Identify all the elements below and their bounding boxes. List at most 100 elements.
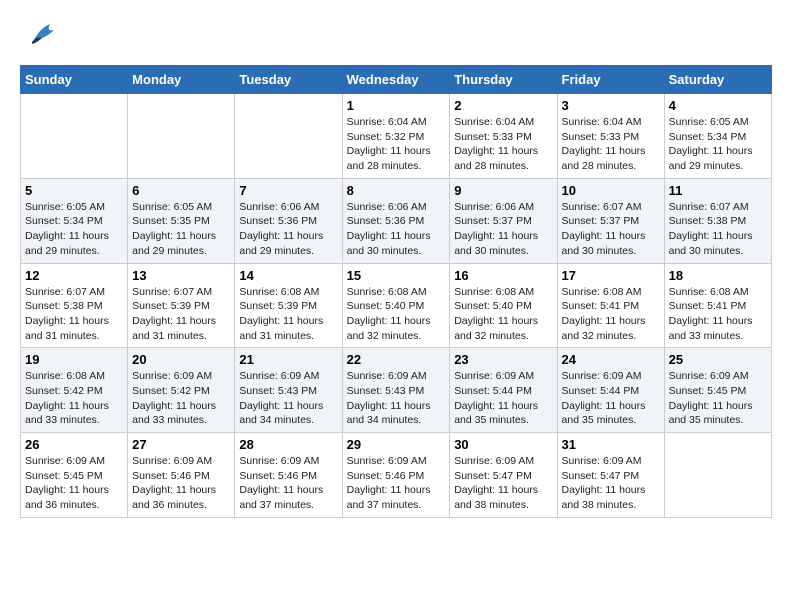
calendar-week-row: 5Sunrise: 6:05 AMSunset: 5:34 PMDaylight… (21, 178, 772, 263)
calendar-cell: 18 Sunrise: 6:08 AMSunset: 5:41 PMDayligh… (664, 263, 771, 348)
day-info: Sunrise: 6:09 AMSunset: 5:45 PMDaylight:… (669, 369, 767, 428)
day-number: 22 (347, 352, 446, 367)
calendar-cell: 4 Sunrise: 6:05 AMSunset: 5:34 PMDaylight… (664, 94, 771, 179)
day-info: Sunrise: 6:06 AMSunset: 5:36 PMDaylight:… (347, 200, 446, 259)
calendar-cell (664, 433, 771, 518)
calendar-week-row: 19 Sunrise: 6:08 AMSunset: 5:42 PMDayligh… (21, 348, 772, 433)
calendar-cell: 10 Sunrise: 6:07 AMSunset: 5:37 PMDayligh… (557, 178, 664, 263)
day-number: 4 (669, 98, 767, 113)
calendar-cell: 28 Sunrise: 6:09 AMSunset: 5:46 PMDayligh… (235, 433, 342, 518)
day-info: Sunrise: 6:08 AMSunset: 5:41 PMDaylight:… (669, 285, 767, 344)
calendar-cell: 30 Sunrise: 6:09 AMSunset: 5:47 PMDayligh… (450, 433, 557, 518)
day-number: 2 (454, 98, 552, 113)
day-info: Sunrise: 6:07 AMSunset: 5:38 PMDaylight:… (669, 200, 767, 259)
day-info: Sunrise: 6:07 AMSunset: 5:38 PMDaylight:… (25, 285, 123, 344)
calendar-cell: 21Sunrise: 6:09 AMSunset: 5:43 PMDayligh… (235, 348, 342, 433)
day-info: Sunrise: 6:09 AMSunset: 5:46 PMDaylight:… (239, 454, 337, 513)
day-number: 14 (239, 268, 337, 283)
day-info: Sunrise: 6:09 AMSunset: 5:44 PMDaylight:… (562, 369, 660, 428)
day-number: 19 (25, 352, 123, 367)
calendar-cell (21, 94, 128, 179)
day-number: 28 (239, 437, 337, 452)
day-number: 6 (132, 183, 230, 198)
calendar-week-row: 12 Sunrise: 6:07 AMSunset: 5:38 PMDayligh… (21, 263, 772, 348)
calendar-week-row: 26 Sunrise: 6:09 AMSunset: 5:45 PMDayligh… (21, 433, 772, 518)
day-number: 10 (562, 183, 660, 198)
weekday-header-tuesday: Tuesday (235, 66, 342, 94)
calendar-table: SundayMondayTuesdayWednesdayThursdayFrid… (20, 65, 772, 518)
weekday-header-monday: Monday (128, 66, 235, 94)
day-number: 11 (669, 183, 767, 198)
weekday-header-thursday: Thursday (450, 66, 557, 94)
day-info: Sunrise: 6:09 AMSunset: 5:44 PMDaylight:… (454, 369, 552, 428)
calendar-cell: 1 Sunrise: 6:04 AMSunset: 5:32 PMDaylight… (342, 94, 450, 179)
calendar-header-row: SundayMondayTuesdayWednesdayThursdayFrid… (21, 66, 772, 94)
day-info: Sunrise: 6:04 AMSunset: 5:33 PMDaylight:… (454, 115, 552, 174)
calendar-cell: 23 Sunrise: 6:09 AMSunset: 5:44 PMDayligh… (450, 348, 557, 433)
weekday-header-saturday: Saturday (664, 66, 771, 94)
calendar-cell: 26 Sunrise: 6:09 AMSunset: 5:45 PMDayligh… (21, 433, 128, 518)
day-info: Sunrise: 6:09 AMSunset: 5:42 PMDaylight:… (132, 369, 230, 428)
day-number: 18 (669, 268, 767, 283)
day-number: 1 (347, 98, 446, 113)
day-number: 9 (454, 183, 552, 198)
calendar-week-row: 1 Sunrise: 6:04 AMSunset: 5:32 PMDaylight… (21, 94, 772, 179)
day-number: 23 (454, 352, 552, 367)
calendar-cell: 16Sunrise: 6:08 AMSunset: 5:40 PMDayligh… (450, 263, 557, 348)
calendar-cell: 15Sunrise: 6:08 AMSunset: 5:40 PMDayligh… (342, 263, 450, 348)
day-info: Sunrise: 6:09 AMSunset: 5:46 PMDaylight:… (132, 454, 230, 513)
day-number: 21 (239, 352, 337, 367)
calendar-cell: 31 Sunrise: 6:09 AMSunset: 5:47 PMDayligh… (557, 433, 664, 518)
calendar-cell: 24 Sunrise: 6:09 AMSunset: 5:44 PMDayligh… (557, 348, 664, 433)
day-info: Sunrise: 6:08 AMSunset: 5:39 PMDaylight:… (239, 285, 337, 344)
day-number: 7 (239, 183, 337, 198)
calendar-cell: 22 Sunrise: 6:09 AMSunset: 5:43 PMDayligh… (342, 348, 450, 433)
day-info: Sunrise: 6:08 AMSunset: 5:42 PMDaylight:… (25, 369, 123, 428)
day-number: 24 (562, 352, 660, 367)
calendar-cell: 19 Sunrise: 6:08 AMSunset: 5:42 PMDayligh… (21, 348, 128, 433)
calendar-cell: 2 Sunrise: 6:04 AMSunset: 5:33 PMDaylight… (450, 94, 557, 179)
day-info: Sunrise: 6:09 AMSunset: 5:43 PMDaylight:… (347, 369, 446, 428)
calendar-cell: 3Sunrise: 6:04 AMSunset: 5:33 PMDaylight… (557, 94, 664, 179)
day-number: 20 (132, 352, 230, 367)
page-header (20, 20, 772, 55)
day-info: Sunrise: 6:04 AMSunset: 5:32 PMDaylight:… (347, 115, 446, 174)
day-info: Sunrise: 6:08 AMSunset: 5:40 PMDaylight:… (347, 285, 446, 344)
day-info: Sunrise: 6:08 AMSunset: 5:41 PMDaylight:… (562, 285, 660, 344)
day-number: 27 (132, 437, 230, 452)
calendar-cell: 6 Sunrise: 6:05 AMSunset: 5:35 PMDaylight… (128, 178, 235, 263)
day-info: Sunrise: 6:05 AMSunset: 5:35 PMDaylight:… (132, 200, 230, 259)
calendar-cell: 7 Sunrise: 6:06 AMSunset: 5:36 PMDaylight… (235, 178, 342, 263)
day-info: Sunrise: 6:06 AMSunset: 5:36 PMDaylight:… (239, 200, 337, 259)
day-info: Sunrise: 6:07 AMSunset: 5:37 PMDaylight:… (562, 200, 660, 259)
calendar-cell: 20 Sunrise: 6:09 AMSunset: 5:42 PMDayligh… (128, 348, 235, 433)
day-number: 25 (669, 352, 767, 367)
calendar-cell: 5Sunrise: 6:05 AMSunset: 5:34 PMDaylight… (21, 178, 128, 263)
day-number: 31 (562, 437, 660, 452)
day-info: Sunrise: 6:09 AMSunset: 5:46 PMDaylight:… (347, 454, 446, 513)
calendar-cell: 14 Sunrise: 6:08 AMSunset: 5:39 PMDayligh… (235, 263, 342, 348)
day-info: Sunrise: 6:05 AMSunset: 5:34 PMDaylight:… (669, 115, 767, 174)
day-number: 13 (132, 268, 230, 283)
day-number: 30 (454, 437, 552, 452)
calendar-cell: 11 Sunrise: 6:07 AMSunset: 5:38 PMDayligh… (664, 178, 771, 263)
weekday-header-sunday: Sunday (21, 66, 128, 94)
day-info: Sunrise: 6:06 AMSunset: 5:37 PMDaylight:… (454, 200, 552, 259)
day-info: Sunrise: 6:09 AMSunset: 5:47 PMDaylight:… (562, 454, 660, 513)
day-number: 26 (25, 437, 123, 452)
calendar-cell: 29 Sunrise: 6:09 AMSunset: 5:46 PMDayligh… (342, 433, 450, 518)
logo-bird-icon (26, 20, 58, 55)
weekday-header-wednesday: Wednesday (342, 66, 450, 94)
day-number: 8 (347, 183, 446, 198)
calendar-cell: 17 Sunrise: 6:08 AMSunset: 5:41 PMDayligh… (557, 263, 664, 348)
day-info: Sunrise: 6:09 AMSunset: 5:47 PMDaylight:… (454, 454, 552, 513)
day-number: 29 (347, 437, 446, 452)
day-number: 17 (562, 268, 660, 283)
day-number: 16 (454, 268, 552, 283)
day-info: Sunrise: 6:05 AMSunset: 5:34 PMDaylight:… (25, 200, 123, 259)
day-info: Sunrise: 6:09 AMSunset: 5:45 PMDaylight:… (25, 454, 123, 513)
calendar-cell: 8 Sunrise: 6:06 AMSunset: 5:36 PMDaylight… (342, 178, 450, 263)
day-number: 12 (25, 268, 123, 283)
calendar-cell: 13Sunrise: 6:07 AMSunset: 5:39 PMDayligh… (128, 263, 235, 348)
calendar-cell: 25 Sunrise: 6:09 AMSunset: 5:45 PMDayligh… (664, 348, 771, 433)
